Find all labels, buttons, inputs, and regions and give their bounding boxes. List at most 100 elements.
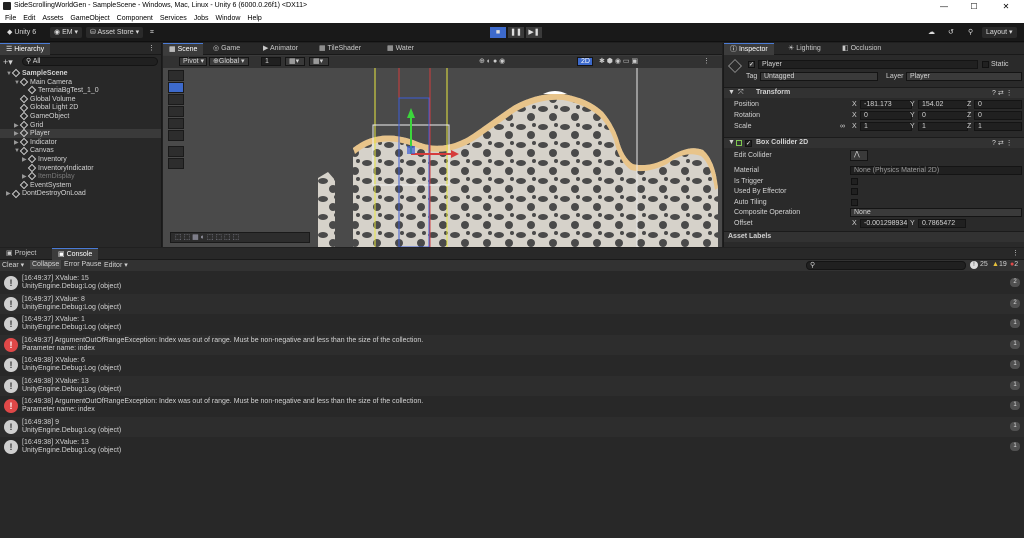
error-pause-button[interactable]: Error Pause [64,261,101,268]
scale-x-field[interactable]: 1 [860,122,912,131]
version-control-icon[interactable]: ⌗ [146,27,158,38]
grid-snap-input[interactable]: 1 [261,57,281,66]
maximize-button[interactable]: ☐ [960,0,988,13]
editor-dropdown[interactable]: Editor ▾ [104,261,128,269]
unity-version-button[interactable]: ◆ Unity 6 [3,27,40,38]
warning-count-toggle[interactable]: ▲19 [992,261,1007,268]
used-by-effector-checkbox[interactable] [851,188,858,195]
rotation-y-field[interactable]: 0 [918,111,968,120]
console-search-input[interactable]: ⚲ [806,261,966,270]
offset-y-field[interactable]: 0.7865472 [918,219,966,228]
active-checkbox[interactable]: ✓ [748,61,755,68]
step-button[interactable]: ▶❚ [526,27,542,38]
console-log-row[interactable]: ! [16:49:37] XValue: 15 UnityEngine.Debug:… [0,273,1024,293]
view-tool[interactable] [168,70,184,81]
layer-dropdown[interactable]: Player [906,72,1022,81]
custom-tool[interactable] [168,158,184,169]
menu-component[interactable]: Component [117,15,153,22]
collider-edit-tool[interactable] [168,146,184,157]
minimize-button[interactable]: — [930,0,958,13]
tab-water[interactable]: ▦ Water [381,43,420,55]
asset-store-dropdown[interactable]: ⛁ Asset Store ▾ [86,27,144,38]
draw-mode-icons[interactable]: ⊕ ◐ ● ◉ [479,57,505,65]
layout-dropdown[interactable]: Layout ▾ [982,27,1017,38]
mode-2d-toggle[interactable]: 2D [577,57,593,66]
scale-z-field[interactable]: 1 [974,122,1022,131]
scale-y-field[interactable]: 1 [918,122,968,131]
is-trigger-checkbox[interactable] [851,178,858,185]
tag-dropdown[interactable]: Untagged [760,72,878,81]
position-y-field[interactable]: 154.02 [918,100,968,109]
close-button[interactable]: ✕ [992,0,1020,13]
scene-view[interactable] [163,68,722,247]
edit-collider-button[interactable]: ⋀ [850,150,868,161]
rotation-x-field[interactable]: 0 [860,111,912,120]
tab-project[interactable]: ▣ Project [0,248,42,260]
hierarchy-item[interactable]: ▶ DontDestroyOnLoad [0,189,161,198]
console-log-row[interactable]: ! [16:49:37] XValue: 1 UnityEngine.Debug:L… [0,314,1024,334]
menu-edit[interactable]: Edit [23,15,35,22]
tab-game[interactable]: ◎ Game [207,43,246,55]
console-log-row[interactable]: ! [16:49:37] ArgumentOutOfRangeException:… [0,334,1024,355]
tab-occlusion[interactable]: ◧ Occlusion [836,43,887,55]
box-collider-enabled-checkbox[interactable]: ✓ [745,140,752,147]
error-count-toggle[interactable]: ●2 [1010,261,1018,268]
scene-visibility-icons[interactable]: ✱ ⬢ ◉ ▭ ▣ [599,57,638,65]
search-icon[interactable]: ⚲ [964,27,977,38]
composite-operation-dropdown[interactable]: None [850,208,1022,217]
snap-toggle[interactable]: ▦▾ [309,57,329,66]
console-log-row[interactable]: ! [16:49:38] XValue: 13 UnityEngine.Debug:… [0,437,1024,457]
history-icon[interactable]: ↺ [944,27,958,38]
menu-jobs[interactable]: Jobs [194,15,209,22]
collapse-button[interactable]: Collapse [30,260,62,269]
tab-tileshader[interactable]: ▦ TileShader [313,43,367,55]
console-log-row[interactable]: ! [16:49:38] XValue: 13 UnityEngine.Debug:… [0,375,1024,396]
pivot-dropdown[interactable]: Pivot ▾ [179,57,207,66]
menu-help[interactable]: Help [247,15,261,22]
tile-palette-toolbar[interactable]: ⬚ ⬚ ▦ ◐ ⬚ ⬚ ⬚ ⬚ [170,232,310,243]
menu-gameobject[interactable]: GameObject [70,15,109,22]
add-object-button[interactable]: +▾ [3,57,13,68]
tab-lighting[interactable]: ☀ Lighting [782,43,827,55]
rotate-tool[interactable] [168,94,184,105]
console-log-row[interactable]: ! [16:49:38] XValue: 6 UnityEngine.Debug:L… [0,355,1024,375]
console-log-row[interactable]: ! [16:49:38] 9 UnityEngine.Debug:Log (obje… [0,416,1024,437]
tab-console[interactable]: ▣ Console [52,248,99,260]
hierarchy-search-input[interactable]: ⚲ All [22,57,158,66]
component-menu-icon[interactable]: ? ⇄ ⋮ [992,89,1013,97]
cloud-icon[interactable]: ☁ [924,27,939,38]
position-z-field[interactable]: 0 [974,100,1022,109]
hierarchy-menu-icon[interactable]: ⋮ [148,44,155,52]
material-field[interactable]: None (Physics Material 2D) [850,166,1022,175]
tab-inspector[interactable]: ⓘ Inspector [724,43,774,55]
rect-tool[interactable] [168,118,184,129]
position-x-field[interactable]: -181.173 [860,100,912,109]
info-count-toggle[interactable]: ! 25 [970,261,988,269]
menu-window[interactable]: Window [216,15,241,22]
auto-tiling-checkbox[interactable] [851,199,858,206]
menu-assets[interactable]: Assets [42,15,63,22]
asset-labels-bar[interactable]: Asset Labels [724,231,1024,242]
box-collider-menu-icon[interactable]: ? ⇄ ⋮ [992,139,1013,147]
grid-toggle[interactable]: ▦▾ [285,57,305,66]
console-log-row[interactable]: ! [16:49:37] XValue: 8 UnityEngine.Debug:L… [0,293,1024,314]
clear-button[interactable]: Clear ▾ [2,261,24,269]
transform-header[interactable]: ▼ ⤧ Transform ? ⇄ ⋮ [724,87,1024,98]
transform-tool[interactable] [168,130,184,141]
play-button[interactable]: ■ [490,27,506,38]
object-name-field[interactable]: Player [758,60,978,69]
offset-x-field[interactable]: -0.001298934 [860,219,908,228]
scale-tool[interactable] [168,106,184,117]
menu-file[interactable]: File [5,15,16,22]
account-dropdown[interactable]: ◉ EM ▾ [50,27,83,38]
global-dropdown[interactable]: ⊕Global ▾ [209,57,249,66]
box-collider-header[interactable]: ▼ ✓ Box Collider 2D ? ⇄ ⋮ [724,137,1024,148]
menu-services[interactable]: Services [160,15,187,22]
console-log-row[interactable]: ! [16:49:38] ArgumentOutOfRangeException:… [0,396,1024,416]
tab-scene[interactable]: ▦ Scene [163,43,204,55]
move-tool[interactable] [168,82,184,93]
constrain-scale-icon[interactable]: ∞ [840,123,845,130]
pause-button[interactable]: ❚❚ [508,27,524,38]
tab-animator[interactable]: ▶ Animator [257,43,304,55]
static-checkbox[interactable] [982,61,989,68]
